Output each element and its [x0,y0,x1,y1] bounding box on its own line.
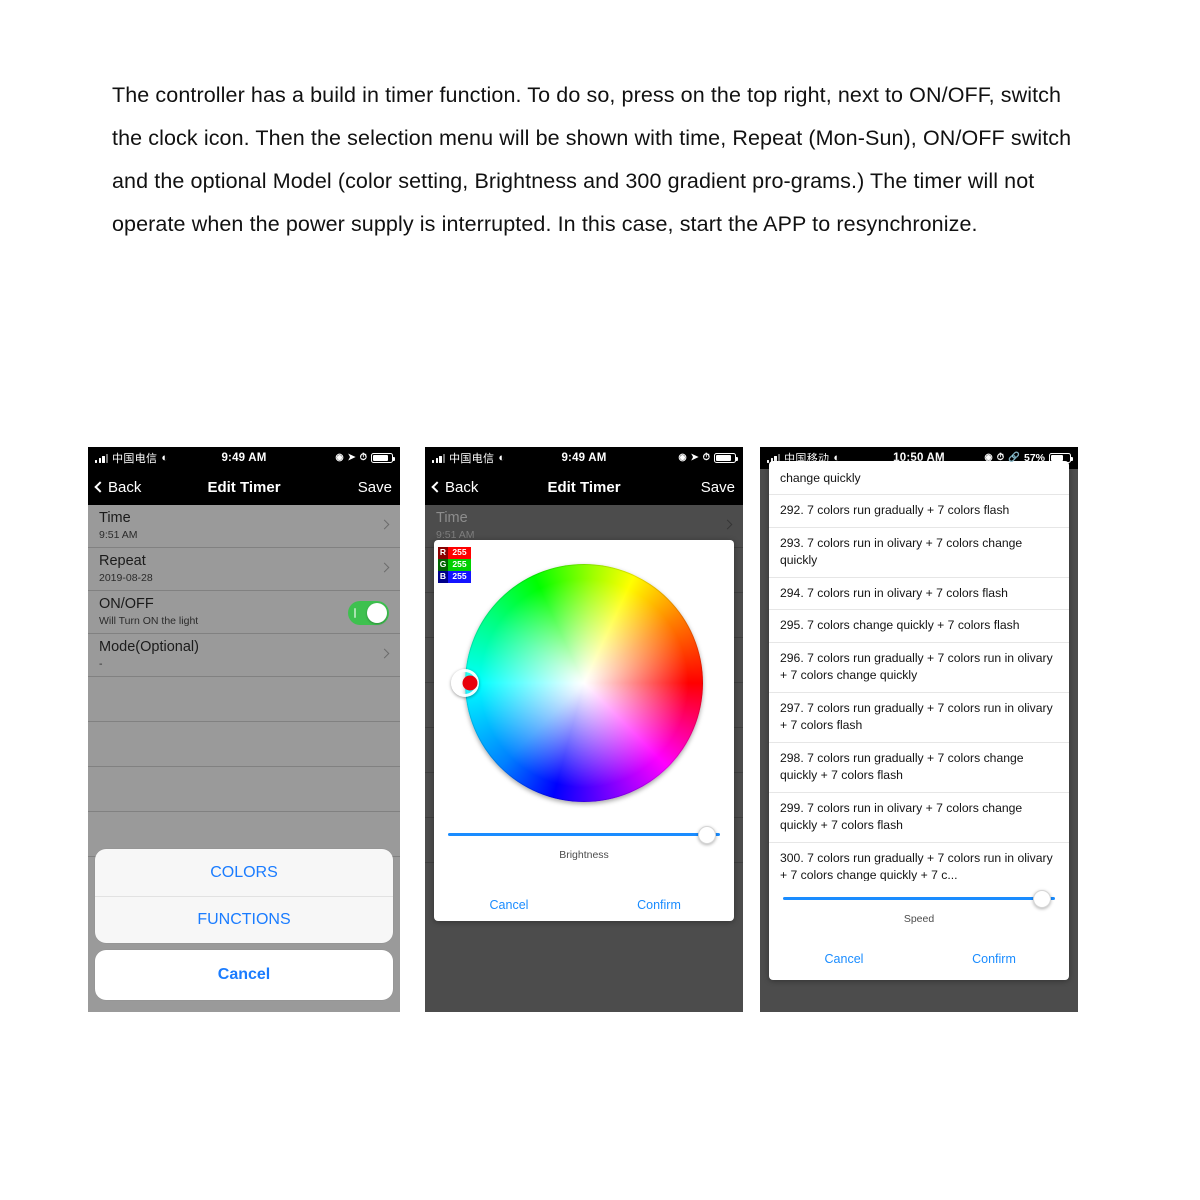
list-row-repeat[interactable]: Repeat 2019-08-28 [88,548,400,591]
list-row-mode[interactable]: Mode(Optional) - [88,634,400,677]
list-item[interactable]: 300. 7 colors run gradually + 7 colors r… [769,843,1069,882]
brightness-slider-label: Brightness [559,849,609,861]
color-picker-dialog: R 255 G 255 B 255 Brightness Cancel Conf… [434,540,734,921]
do-not-disturb-icon: ◉ [984,452,993,464]
functions-list[interactable]: change quickly 292. 7 colors run gradual… [769,461,1069,881]
row-subtitle: Will Turn ON the light [99,615,199,627]
page-title: Edit Timer [207,478,281,496]
status-bar-2: 中国电信 ◐ 9:49 AM ◉ ➤ ⏱ [425,447,743,469]
instructions-text: The controller has a build in timer func… [112,83,1072,236]
rgb-green-value: 255 [448,559,471,571]
rgb-blue-key: B [438,571,448,583]
list-row-onoff[interactable]: ON/OFF Will Turn ON the light [88,591,400,634]
color-wheel-container [434,558,734,813]
status-bar-right-1: ◉ ➤ ⏱ [335,452,396,464]
battery-icon [371,453,396,463]
functions-cancel-button[interactable]: Cancel [769,952,919,966]
row-subtitle: 9:51 AM [99,529,138,541]
row-title: ON/OFF [99,596,154,612]
list-item-partial[interactable]: change quickly [769,461,1069,495]
list-row-time[interactable]: Time 9:51 AM [88,505,400,548]
save-button[interactable]: Save [358,479,392,496]
list-item-label: change quickly [780,471,861,485]
row-title: Time [436,510,468,526]
action-sheet: COLORS FUNCTIONS Cancel [95,849,393,1000]
brightness-slider-track[interactable] [448,826,720,844]
alarm-clock-icon: ⏱ [359,452,367,464]
status-bar-right-2: ◉ ➤ ⏱ [678,452,739,464]
rgb-blue-line: B 255 [438,571,471,583]
page-title: Edit Timer [547,478,621,496]
brightness-slider-thumb[interactable] [698,826,716,844]
battery-icon [714,453,739,463]
list-row-empty [88,722,400,767]
action-sheet-options: COLORS FUNCTIONS [95,849,393,943]
list-row-empty [88,677,400,722]
list-item[interactable]: 297. 7 colors run gradually + 7 colors r… [769,693,1069,743]
alarm-clock-icon: ⏱ [996,452,1005,464]
row-title: Time [99,510,131,526]
nav-bar-2: Back Edit Timer Save [425,469,743,505]
color-cancel-button[interactable]: Cancel [434,898,584,912]
brightness-slider-area: Brightness [434,825,734,869]
list-item[interactable]: 293. 7 colors run in olivary + 7 colors … [769,528,1069,578]
phone-screenshot-2: 中国电信 ◐ 9:49 AM ◉ ➤ ⏱ Back Edit Timer Sav… [425,447,743,1012]
rgb-readout: R 255 G 255 B 255 [438,547,471,583]
row-title: Mode(Optional) [99,639,199,655]
rgb-green-line: G 255 [438,559,471,571]
row-title: Repeat [99,553,146,569]
color-wheel-handle[interactable] [451,669,479,697]
instructions-paragraph: The controller has a build in timer func… [112,74,1087,246]
bluetooth-icon: 🔗 [1008,452,1020,464]
status-bar-1: 中国电信 ◐ 9:49 AM ◉ ➤ ⏱ [88,447,400,469]
battery-percentage-label: 57% [1023,452,1045,464]
page-root: The controller has a build in timer func… [0,0,1200,1200]
list-row-empty [88,767,400,812]
do-not-disturb-icon: ◉ [335,452,344,464]
phone-screenshot-3: 中国移动 ◐ 10:50 AM ◉ ⏱ 🔗 57% change quickly… [760,447,1078,1012]
action-cancel-button[interactable]: Cancel [95,950,393,1000]
rgb-red-value: 255 [448,547,471,559]
location-arrow-icon: ➤ [690,452,699,464]
list-item[interactable]: 295. 7 colors change quickly + 7 colors … [769,610,1069,643]
functions-dialog: change quickly 292. 7 colors run gradual… [769,461,1069,980]
nav-bar-1: Back Edit Timer Save [88,469,400,505]
rgb-blue-value: 255 [448,571,471,583]
status-bar-right-3: ◉ ⏱ 🔗 57% [984,452,1074,464]
speed-slider-thumb[interactable] [1033,890,1051,908]
row-subtitle: - [99,658,103,670]
functions-confirm-button[interactable]: Confirm [919,952,1069,966]
list-item[interactable]: 296. 7 colors run gradually + 7 colors r… [769,643,1069,693]
list-item[interactable]: 292. 7 colors run gradually + 7 colors f… [769,495,1069,528]
action-colors-button[interactable]: COLORS [95,849,393,896]
rgb-red-line: R 255 [438,547,471,559]
action-functions-button[interactable]: FUNCTIONS [95,896,393,943]
speed-slider-label: Speed [903,913,935,925]
hsv-color-wheel[interactable] [451,564,703,802]
row-subtitle: 2019-08-28 [99,572,153,584]
do-not-disturb-icon: ◉ [678,452,687,464]
location-arrow-icon: ➤ [347,452,356,464]
functions-dialog-actions: Cancel Confirm [769,952,1069,966]
speed-slider-track[interactable] [783,890,1055,908]
rgb-green-key: G [438,559,448,571]
color-dialog-actions: Cancel Confirm [434,898,734,912]
list-item[interactable]: 294. 7 colors run in olivary + 7 colors … [769,578,1069,610]
save-button[interactable]: Save [701,479,735,496]
onoff-toggle-switch[interactable] [348,601,389,625]
color-confirm-button[interactable]: Confirm [584,898,734,912]
rgb-red-key: R [438,547,448,559]
list-item[interactable]: 299. 7 colors run in olivary + 7 colors … [769,793,1069,843]
list-item[interactable]: 298. 7 colors run gradually + 7 colors c… [769,743,1069,793]
phone-screenshot-1: 中国电信 ◐ 9:49 AM ◉ ➤ ⏱ Back Edit Timer Sav… [88,447,400,1012]
alarm-clock-icon: ⏱ [702,452,710,464]
battery-icon [1049,453,1074,463]
